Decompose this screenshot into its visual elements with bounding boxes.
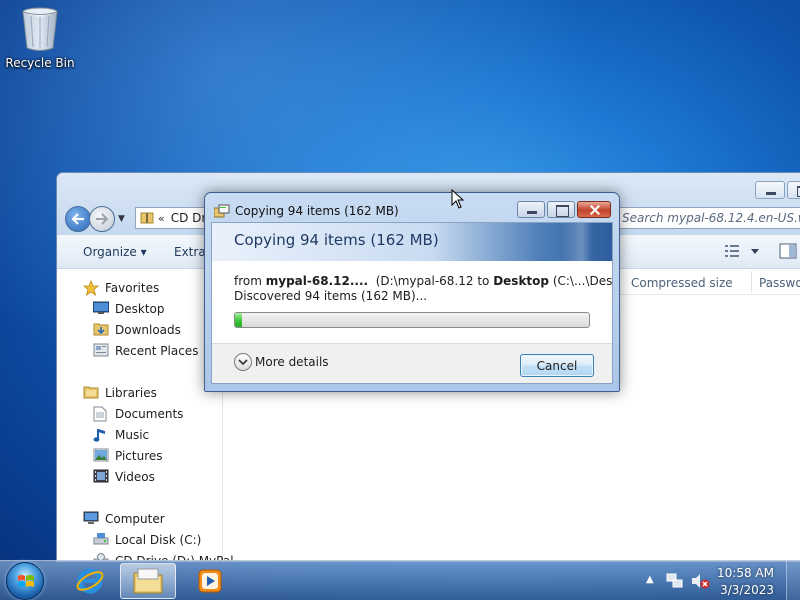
downloads-folder-icon [93, 322, 109, 339]
search-input[interactable]: Search mypal-68.12.4.en-US.win32 [617, 207, 800, 229]
nav-downloads-label: Downloads [115, 323, 181, 337]
column-password[interactable]: Passwor [759, 276, 800, 290]
explorer-minimize-button[interactable] [755, 181, 785, 199]
address-text: CD Dr [170, 211, 207, 225]
computer-icon [83, 511, 99, 528]
copy-source-line: from mypal-68.12.... (D:\mypal-68.12 to … [234, 274, 613, 288]
copy-files-icon [213, 204, 230, 221]
zip-folder-icon [140, 210, 154, 227]
dialog-heading: Copying 94 items (162 MB) [234, 231, 439, 249]
views-icon [725, 245, 759, 257]
pictures-icon [93, 448, 109, 465]
nav-pictures-label: Pictures [115, 449, 163, 463]
nav-documents[interactable]: Documents [93, 406, 184, 422]
dialog-body: Copying 94 items (162 MB) from mypal-68.… [211, 222, 613, 384]
banner-decoration [562, 223, 612, 261]
expand-chevron-icon [234, 353, 252, 371]
clock-date[interactable]: 3/3/2023 [720, 583, 774, 597]
nav-desktop[interactable]: Desktop [92, 301, 165, 316]
source-path: (D:\mypal-68.12 to [375, 274, 490, 288]
media-player-icon [198, 569, 222, 593]
preview-pane-button[interactable] [779, 243, 797, 262]
more-details-toggle[interactable]: More details [234, 353, 329, 371]
dialog-caption-buttons [515, 201, 611, 218]
recycle-bin-shortcut[interactable]: Recycle Bin [4, 6, 76, 70]
dialog-minimize-button[interactable] [517, 201, 545, 218]
hard-disk-icon [93, 532, 109, 549]
nav-local-disk[interactable]: Local Disk (C:) [93, 533, 202, 547]
recycle-bin-icon [4, 6, 76, 52]
back-arrow-icon [71, 213, 84, 225]
copy-progress-fill [235, 313, 243, 327]
nav-local-disk-label: Local Disk (C:) [115, 533, 202, 547]
taskbar-internet-explorer[interactable] [62, 563, 118, 599]
destination-name-link[interactable]: Desktop [493, 274, 549, 288]
nav-recent-places[interactable]: Recent Places [93, 343, 199, 358]
nav-videos-label: Videos [115, 470, 155, 484]
recent-places-icon [93, 343, 109, 360]
preview-pane-icon [779, 243, 797, 259]
windows-logo-icon [18, 575, 34, 587]
copy-progress-dialog: Copying 94 items (162 MB) Copying 94 ite… [204, 192, 620, 392]
explorer-folder-icon [133, 568, 163, 594]
column-compressed-size[interactable]: Compressed size [631, 276, 733, 290]
taskbar-media-player[interactable] [182, 563, 238, 599]
more-details-label: More details [255, 355, 329, 369]
star-icon [82, 279, 100, 299]
organize-button[interactable]: Organize ▾ [83, 245, 147, 259]
nav-recent-places-label: Recent Places [115, 344, 199, 358]
libraries-icon [83, 385, 99, 402]
nav-favorites-label: Favorites [105, 281, 160, 295]
column-separator [751, 271, 752, 293]
network-icon[interactable] [666, 572, 684, 593]
nav-computer-label: Computer [105, 512, 165, 526]
nav-computer[interactable]: Computer [83, 511, 165, 526]
nav-music[interactable]: Music [93, 428, 150, 442]
nav-documents-label: Documents [115, 407, 184, 421]
change-view-button[interactable] [725, 244, 759, 261]
explorer-maximize-button[interactable] [787, 181, 800, 199]
clock-time[interactable]: 10:58 AM [717, 566, 774, 580]
videos-icon [93, 469, 109, 486]
nav-libraries[interactable]: Libraries [83, 386, 157, 400]
dialog-title: Copying 94 items (162 MB) [235, 204, 399, 218]
documents-icon [93, 406, 107, 425]
nav-downloads[interactable]: Downloads [93, 323, 181, 337]
dialog-close-button[interactable] [577, 201, 611, 218]
show-desktop-button[interactable] [786, 561, 800, 600]
show-hidden-icons-button[interactable]: ▲ [646, 574, 654, 585]
explorer-caption-buttons [753, 181, 800, 199]
forward-button[interactable] [89, 206, 115, 232]
from-prefix: from [234, 274, 262, 288]
address-overflow-chevron[interactable]: « [158, 212, 165, 225]
nav-favorites[interactable]: Favorites [82, 279, 160, 296]
copy-progress-bar [234, 312, 590, 328]
internet-explorer-icon [76, 568, 104, 594]
source-name-link[interactable]: mypal-68.12.... [266, 274, 368, 288]
forward-arrow-icon [96, 213, 109, 225]
taskbar: ▲ 10:58 AM 3/3/2023 [0, 560, 800, 600]
nav-desktop-label: Desktop [115, 302, 165, 316]
nav-videos[interactable]: Videos [93, 469, 155, 484]
destination-path: (C:\...\Desktop) [552, 274, 613, 288]
nav-pictures[interactable]: Pictures [93, 448, 163, 463]
cancel-button[interactable]: Cancel [520, 354, 594, 377]
taskbar-windows-explorer[interactable] [120, 563, 176, 599]
start-button[interactable] [6, 562, 44, 600]
nav-music-label: Music [115, 428, 150, 442]
dialog-footer: More details Cancel [212, 343, 612, 383]
mouse-cursor-icon [451, 188, 465, 212]
volume-muted-icon[interactable] [690, 572, 710, 593]
navigation-buttons: ▼ [65, 206, 125, 232]
search-placeholder: Search mypal-68.12.4.en-US.win32 [622, 211, 800, 225]
nav-libraries-label: Libraries [105, 386, 157, 400]
discovered-status: Discovered 94 items (162 MB)... [234, 289, 428, 303]
desktop-icon [92, 301, 110, 318]
music-icon [93, 427, 107, 446]
recycle-bin-label: Recycle Bin [5, 56, 75, 70]
back-button[interactable] [65, 206, 91, 232]
dialog-maximize-button[interactable] [547, 201, 575, 218]
recent-pages-dropdown-icon[interactable]: ▼ [118, 214, 125, 224]
navigation-pane: Favorites Desktop Downloads Recent Place… [57, 269, 234, 561]
